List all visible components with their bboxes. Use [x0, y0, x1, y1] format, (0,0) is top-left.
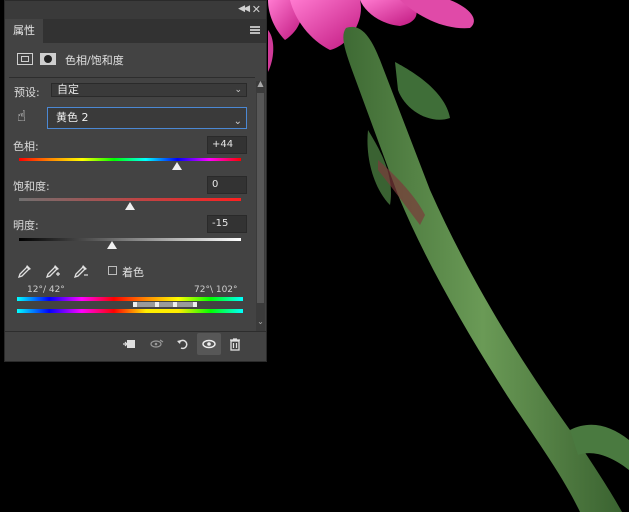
hue-slider-track[interactable] [19, 158, 241, 161]
eyedropper-add-icon[interactable] [45, 263, 61, 279]
close-icon[interactable]: ✕ [252, 3, 261, 16]
color-range-bar-bottom [17, 309, 243, 313]
color-range-bar-top [17, 297, 243, 301]
scroll-up-icon[interactable]: ▲ [256, 79, 265, 88]
range-degrees-right: 72°\ 102° [194, 285, 238, 295]
scroll-down-icon[interactable]: ⌄ [256, 317, 265, 326]
preset-value: 自定 [57, 83, 79, 96]
color-range-slider[interactable] [133, 302, 197, 307]
view-previous-icon[interactable] [147, 335, 167, 353]
chevron-down-icon: ⌄ [233, 116, 242, 127]
range-degrees-left: 12°/ 42° [27, 285, 65, 295]
scrollbar-thumb[interactable] [257, 93, 264, 303]
visibility-eye-icon[interactable] [197, 333, 221, 355]
double-chevron-icon[interactable]: ◀◀ [238, 4, 250, 14]
saturation-input[interactable]: 0 [207, 176, 247, 194]
clip-to-layer-icon[interactable] [119, 335, 139, 353]
preset-select[interactable]: 自定 ⌄ [51, 83, 247, 97]
adjustment-title: 色相/饱和度 [65, 54, 124, 67]
saturation-label: 饱和度: [13, 180, 50, 193]
eyedropper-subtract-icon[interactable] [73, 263, 89, 279]
lightness-slider-thumb[interactable] [107, 241, 118, 249]
range-select[interactable]: 黄色 2 ⌄ [47, 107, 247, 129]
divider [9, 77, 255, 78]
reset-icon[interactable] [173, 335, 193, 353]
panel-title-strip: ◀◀ ✕ [5, 1, 266, 19]
panel-menu-icon[interactable] [250, 26, 260, 34]
tab-properties[interactable]: 属性 [5, 19, 43, 43]
hue-label: 色相: [13, 140, 39, 153]
lightness-label: 明度: [13, 219, 39, 232]
colorize-label: 着色 [122, 266, 144, 279]
delete-trash-icon[interactable] [225, 335, 245, 353]
saturation-slider-track[interactable] [19, 198, 241, 201]
lightness-slider-track[interactable] [19, 238, 241, 241]
hue-slider-thumb[interactable] [171, 162, 182, 170]
range-handle-inner-right[interactable] [173, 302, 177, 307]
range-value: 黄色 2 [56, 111, 89, 124]
tab-row: 属性 [5, 19, 266, 43]
saturation-slider-thumb[interactable] [125, 202, 135, 210]
preset-label: 预设: [14, 86, 40, 99]
eyedropper-icon[interactable] [17, 263, 33, 279]
range-handle-inner-left[interactable] [155, 302, 159, 307]
range-handle-left[interactable] [133, 302, 137, 307]
adjustment-header: 色相/饱和度 [5, 43, 266, 75]
properties-panel: ◀◀ ✕ 属性 色相/饱和度 预设: 自定 ⌄ ☝ 黄色 2 ⌄ 色相: +44… [4, 0, 267, 362]
adjustment-layer-icon[interactable] [17, 53, 33, 65]
layer-mask-icon[interactable] [40, 53, 56, 65]
range-handle-right[interactable] [193, 302, 197, 307]
lightness-input[interactable]: -15 [207, 215, 247, 233]
targeted-adjustment-hand-icon[interactable]: ☝ [17, 107, 26, 125]
colorize-checkbox[interactable] [108, 266, 117, 275]
chevron-down-icon: ⌄ [234, 85, 242, 95]
hue-input[interactable]: +44 [207, 136, 247, 154]
divider [5, 331, 266, 332]
